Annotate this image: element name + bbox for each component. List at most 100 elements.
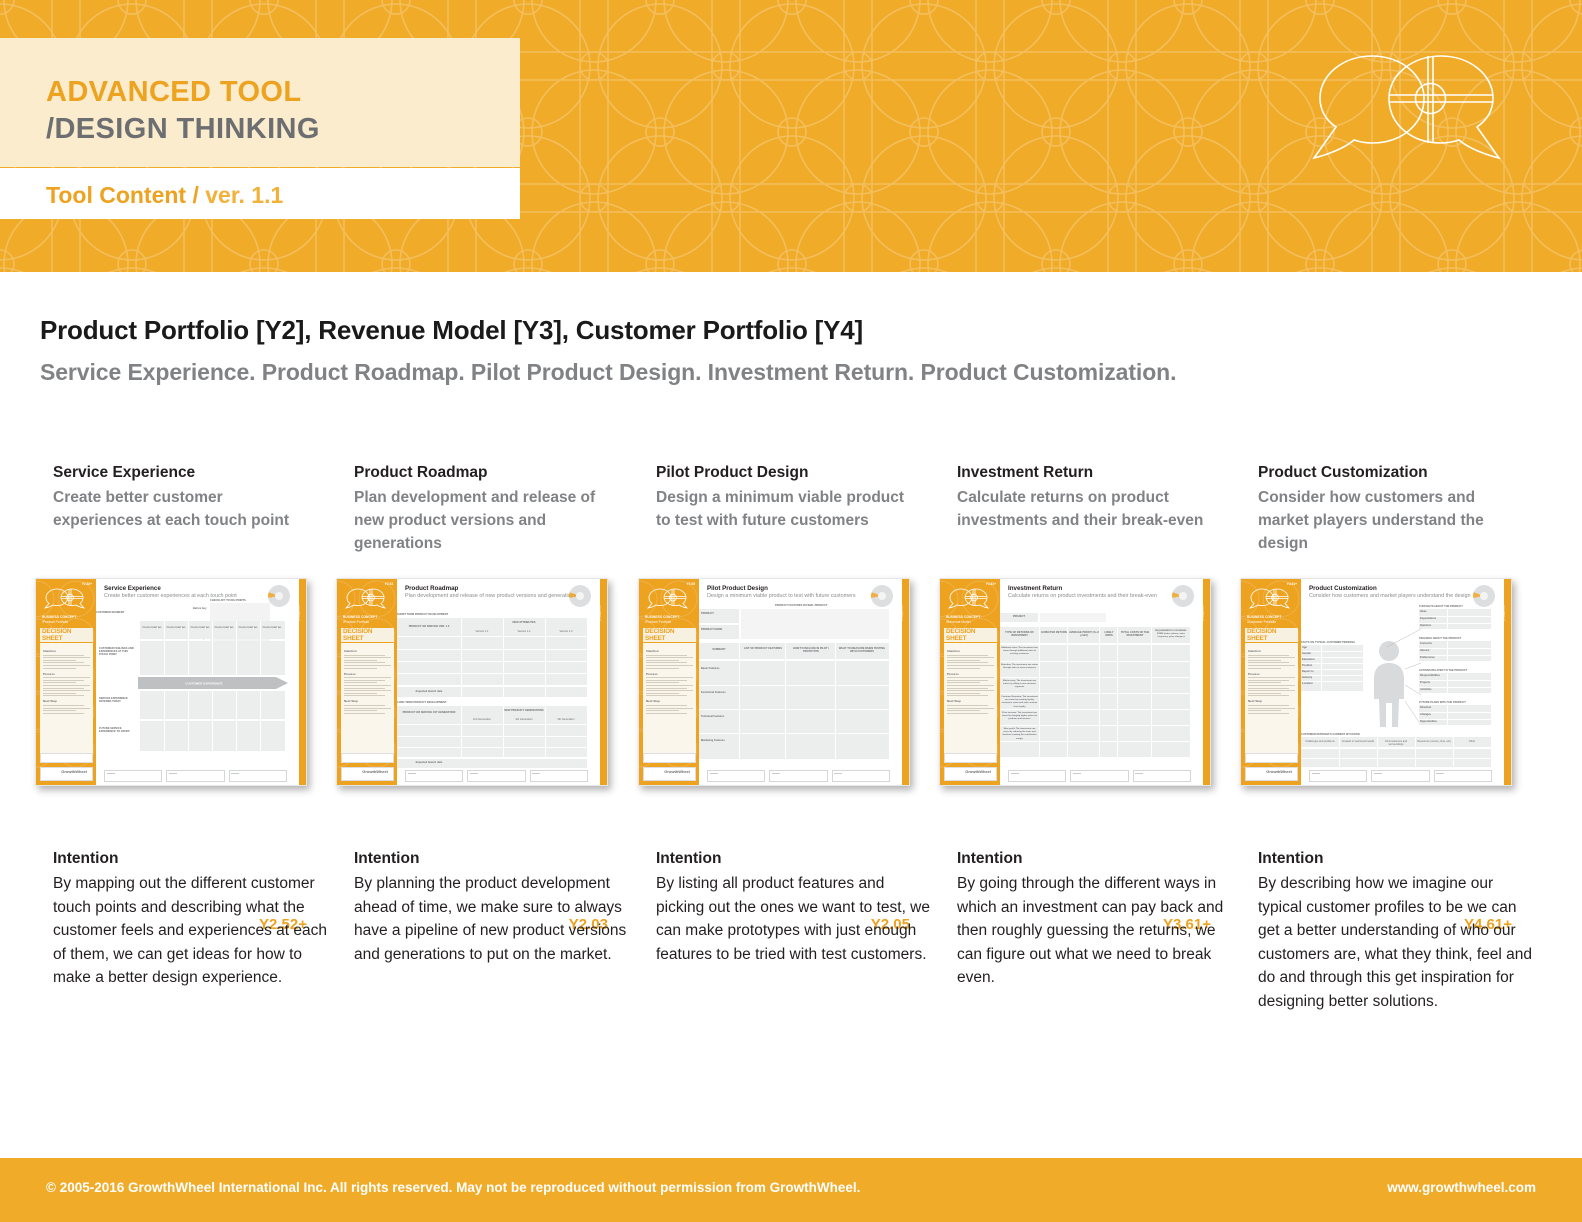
side-section-intention: Intention	[344, 649, 357, 653]
label-long-term: LONG TERM PRODUCT DEVELOPMENT	[397, 701, 447, 704]
sheet-contact-field	[40, 753, 93, 763]
sheet-right-strip: GrowthWheel	[598, 579, 607, 785]
growthwheel-wheel-icon	[1172, 585, 1194, 607]
worksheet-thumbnail[interactable]: Y4.61+ BUSINESS CONCEPT /Customer Portfo…	[1240, 578, 1512, 786]
sheet-main-area: Service Experience Create better custome…	[96, 579, 299, 785]
bc-label: BUSINESS CONCEPT	[946, 615, 981, 619]
sheet-logo-icon	[1249, 588, 1291, 609]
bc-label: BUSINESS CONCEPT	[343, 615, 378, 619]
field-name[interactable]	[467, 770, 526, 782]
tool-name-heading: Product Roadmap	[354, 464, 488, 481]
customer-experience-arrow: CUSTOMER EXPERIENCE	[138, 677, 288, 689]
field-company[interactable]	[831, 770, 890, 782]
worksheet-thumbnail[interactable]: Y3.61+ BUSINESS CONCEPT /Revenue Model D…	[939, 578, 1211, 786]
bc-value: /Product Portfolio	[645, 620, 672, 624]
field-company[interactable]	[1132, 770, 1191, 782]
decision-sheet-label: DECISION SHEET	[42, 628, 72, 642]
intention-heading: Intention	[354, 850, 420, 867]
bc-label: BUSINESS CONCEPT	[1247, 615, 1282, 619]
growthwheel-speech-bubbles-logo	[1312, 55, 1501, 160]
actions-row-projects: Projects	[1420, 681, 1431, 684]
field-date[interactable]	[405, 770, 464, 782]
decision-sheet-banner: DECISION SHEET	[40, 628, 93, 642]
sheet-bottom-fields	[405, 770, 588, 782]
sheet-right-strip-text: GrowthWheel	[900, 605, 903, 621]
label-version-2: Version 1.2	[517, 630, 531, 633]
growthwheel-wheel-icon	[569, 585, 591, 607]
intention-heading: Intention	[1258, 850, 1324, 867]
label-before-buy: Before buy	[193, 607, 207, 610]
tool-content-label: Tool Content /	[46, 182, 199, 208]
label-product-features: PRODUCT FEATURES IN FINAL PRODUCT	[775, 604, 828, 607]
worksheet-thumbnail-wrapper[interactable]: Y2.52+ BUSINESS CONCEPT /Product Portfol…	[35, 578, 325, 933]
tool-column-product-customization: Product Customization Consider how custo…	[1240, 462, 1558, 1010]
label-row-today: SERVICE EXPERIENCE OFFERED TODAY	[99, 697, 128, 704]
growthwheel-brand: GrowthWheel	[664, 769, 690, 774]
growthwheel-brand: GrowthWheel	[61, 769, 87, 774]
label-project: PROJECT	[1012, 615, 1026, 618]
growthwheel-wheel-icon	[1473, 585, 1495, 607]
decision-sheet-banner: DECISION SHEET	[1245, 628, 1298, 642]
field-name[interactable]	[769, 770, 828, 782]
field-company[interactable]	[1433, 770, 1492, 782]
field-name[interactable]	[1070, 770, 1129, 782]
facts-row-position: Position	[1302, 664, 1313, 667]
label-col-total-costs: TOTAL COSTS OF THE INVESTMENT	[1120, 631, 1150, 638]
label-touch-point-4: TOUCH POINT NO.	[214, 627, 234, 629]
label-row-future: FUTURE SERVICE EXPERIENCE TO OFFER	[99, 727, 130, 734]
worksheet-thumbnail[interactable]: Y2.05 BUSINESS CONCEPT /Product Portfoli…	[638, 578, 910, 786]
field-date[interactable]	[1309, 770, 1368, 782]
worksheet-thumbnail-wrapper[interactable]: Y3.61+ BUSINESS CONCEPT /Revenue Model D…	[939, 578, 1229, 933]
label-col-odds: LIKELY ODDS	[1104, 631, 1114, 638]
feelings-row-concerns: Concerns	[1420, 642, 1432, 645]
worksheet-thumbnail-wrapper[interactable]: Y4.61+ BUSINESS CONCEPT /Customer Portfo…	[1240, 578, 1530, 933]
tool-name-label: /DESIGN THINKING	[46, 113, 320, 145]
side-section-next-step: Next Step	[43, 699, 57, 704]
label-row-feelings: CUSTOMER FEELINGS AND EXPERIENCES AT THI…	[99, 647, 134, 657]
sheet-business-concept: BUSINESS CONCEPT /Customer Portfolio	[1247, 615, 1297, 625]
tool-name-heading: Product Customization	[1258, 464, 1428, 481]
label-col-breakeven: REQUIREMENTS FOR BREAK-EVEN (sales volum…	[1155, 630, 1187, 639]
sheet-developed-by-field: GrowthWheel	[643, 767, 696, 781]
actions-row-responsibilities: Responsibilities	[1420, 674, 1440, 677]
label-list-of-product: LIST OF PRODUCT FEATURES	[744, 647, 782, 650]
sheet-main-area: Pilot Product Design Design a minimum vi…	[699, 579, 902, 785]
worksheet-thumbnail-wrapper[interactable]: Y2.03 BUSINESS CONCEPT /Product Portfoli…	[336, 578, 626, 933]
worksheet-thumbnail[interactable]: Y2.03 BUSINESS CONCEPT /Product Portfoli…	[336, 578, 608, 786]
decision-sheet-banner: DECISION SHEET	[643, 628, 696, 642]
footer-website-link[interactable]: www.growthwheel.com	[1387, 1180, 1536, 1195]
label-how-to-include: HOW TO INCLUDE IN PILOT / PROTOTYPE	[793, 647, 829, 654]
facts-row-gender: Gender	[1302, 652, 1312, 655]
thoughts-row-expectations: Expectations	[1420, 617, 1437, 620]
field-date[interactable]	[1008, 770, 1067, 782]
sheet-main-area: Product Roadmap Plan development and rel…	[397, 579, 600, 785]
sheet-contact-field	[944, 753, 997, 763]
field-company[interactable]	[529, 770, 588, 782]
bc-value: /Product Portfolio	[42, 620, 69, 624]
sheet-sidebar-text: Intention Process Next Step	[944, 643, 997, 753]
label-customer-segment: CUSTOMER SEGMENT	[96, 611, 125, 614]
field-name[interactable]	[166, 770, 225, 782]
label-product-col-2: PRODUCT OR SERVICE 1ST GENERATION	[402, 711, 456, 714]
field-name[interactable]	[1371, 770, 1430, 782]
worksheet-thumbnail-wrapper[interactable]: Y2.05 BUSINESS CONCEPT /Product Portfoli…	[638, 578, 928, 933]
intention-text: By mapping out the different customer to…	[53, 875, 327, 986]
decision-sheet-label: DECISION SHEET	[946, 628, 976, 642]
sheet-title: Service Experience	[104, 585, 161, 592]
field-date[interactable]	[707, 770, 766, 782]
field-company[interactable]	[228, 770, 287, 782]
worksheet-thumbnail[interactable]: Y2.52+ BUSINESS CONCEPT /Product Portfol…	[35, 578, 307, 786]
label-touch-point-6: TOUCH POINT NO.	[262, 627, 282, 629]
side-section-intention: Intention	[646, 649, 659, 653]
sheet-sidebar-text: Intention Process Next Step	[341, 643, 394, 753]
sheet-right-strip-text: GrowthWheel	[598, 605, 601, 621]
sheet-sidebar-text: Intention Process Next Step	[643, 643, 696, 753]
tool-name-heading: Pilot Product Design	[656, 464, 809, 481]
sheet-sidebar-text: Intention Process Next Step	[1245, 643, 1298, 753]
label-row-price-increase: Price increase: The investment can retur…	[1001, 712, 1038, 721]
label-thoughts: THOUGHTS ABOUT THE PRODUCT	[1419, 605, 1463, 608]
label-generation-4: 4th Generation	[557, 718, 575, 721]
sheet-title: Investment Return	[1008, 585, 1063, 592]
sheet-subtitle: Consider how customers and market player…	[1309, 592, 1471, 599]
field-date[interactable]	[104, 770, 163, 782]
